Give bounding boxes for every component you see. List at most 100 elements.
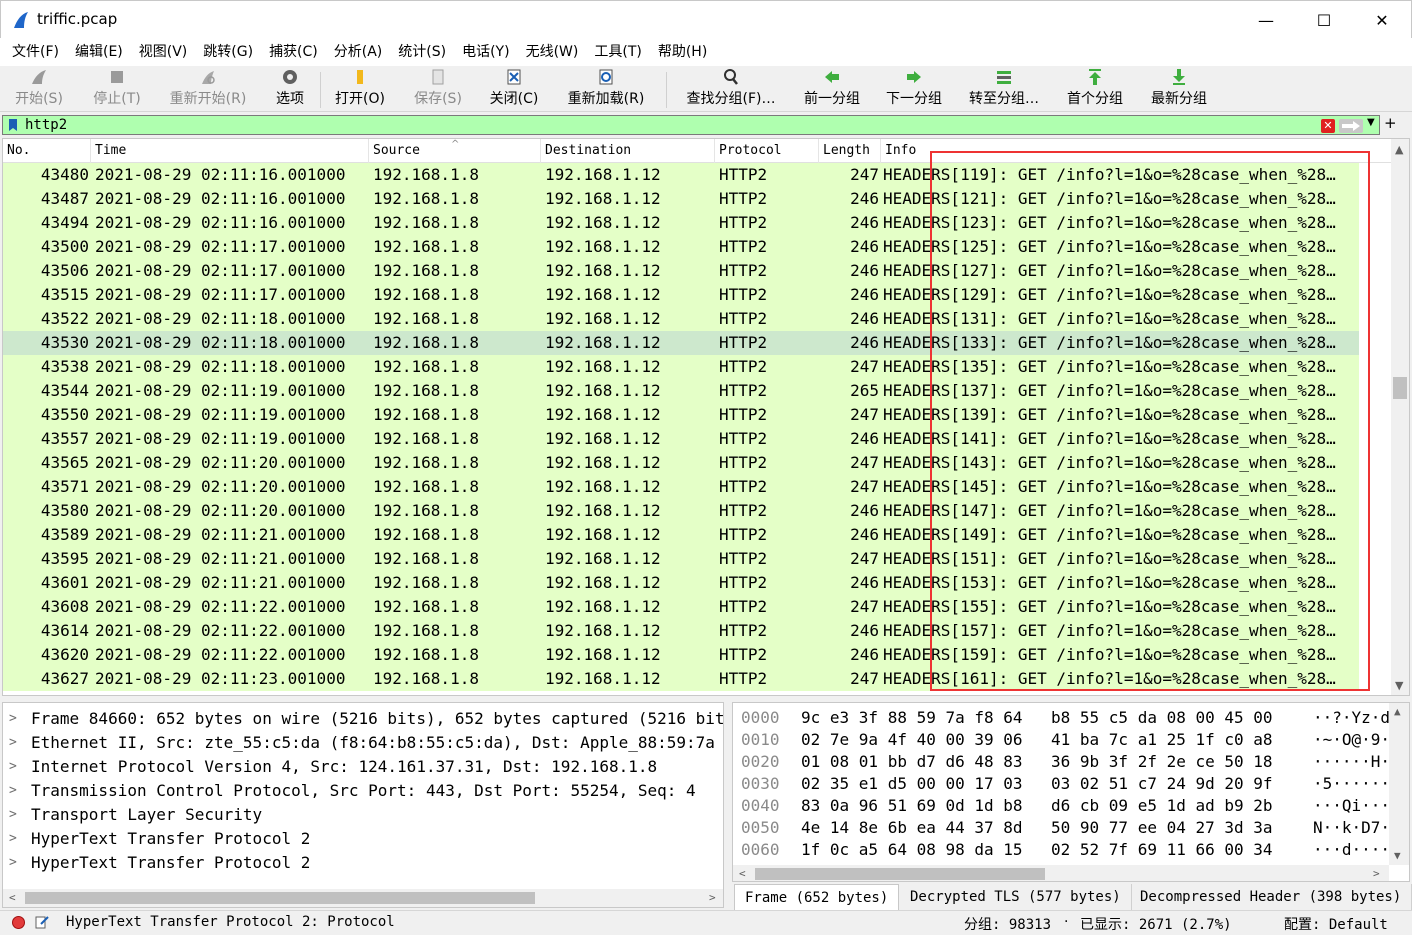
tab-decrypted-tls[interactable]: Decrypted TLS (577 bytes) — [900, 884, 1132, 910]
packet-protocol: HTTP2 — [719, 165, 768, 184]
column-header-destination[interactable]: Destination — [541, 139, 715, 163]
details-scroll-thumb[interactable] — [25, 892, 535, 904]
tab-decompressed-header[interactable]: Decompressed Header (398 bytes) — [1130, 884, 1412, 910]
display-filter-value[interactable]: http2 — [25, 117, 67, 133]
packet-info: HEADERS[155]: GET /info?l=1&o=%28case_wh… — [883, 597, 1336, 616]
prev-packet-label: 前一分组 — [804, 91, 860, 107]
scroll-down-icon[interactable]: ▼ — [1394, 849, 1401, 862]
find-packet-button[interactable]: 查找分组(F)… — [676, 66, 786, 112]
minimize-button[interactable]: — — [1237, 1, 1295, 39]
packet-protocol: HTTP2 — [719, 597, 768, 616]
expand-arrow-icon[interactable]: > — [9, 731, 17, 755]
prev-packet-button[interactable]: 前一分组 — [800, 66, 864, 112]
bytes-horizontal-scrollbar[interactable]: < > — [733, 865, 1389, 881]
packet-row[interactable]: 43608 2021-08-29 02:11:22.001000 192.168.1… — [3, 595, 1359, 619]
packet-row[interactable]: 43494 2021-08-29 02:11:16.001000 192.168.1… — [3, 211, 1359, 235]
menu-capture[interactable]: 捕获(C) — [261, 38, 326, 66]
packet-row[interactable]: 43627 2021-08-29 02:11:23.001000 192.168.1… — [3, 667, 1359, 691]
menu-analyze[interactable]: 分析(A) — [326, 38, 391, 66]
column-header-time[interactable]: Time — [91, 139, 369, 163]
expert-info-led-icon[interactable] — [12, 916, 25, 929]
packet-row[interactable]: 43614 2021-08-29 02:11:22.001000 192.168.1… — [3, 619, 1359, 643]
scroll-down-icon[interactable]: ▼ — [1395, 679, 1403, 692]
status-profile[interactable]: 配置: Default — [1284, 914, 1388, 934]
bookmark-icon[interactable] — [6, 118, 20, 132]
filter-history-dropdown-icon[interactable]: ▼ — [1367, 117, 1375, 128]
column-header-length[interactable]: Length — [819, 139, 881, 163]
bytes-scroll-thumb[interactable] — [755, 868, 1045, 880]
menu-view[interactable]: 视图(V) — [131, 38, 196, 66]
tab-frame-bytes[interactable]: Frame (652 bytes) — [734, 884, 900, 910]
menu-wireless[interactable]: 无线(W) — [518, 38, 587, 66]
packet-row[interactable]: 43595 2021-08-29 02:11:21.001000 192.168.1… — [3, 547, 1359, 571]
column-header-info[interactable]: Info — [881, 139, 1391, 163]
scroll-left-icon[interactable]: < — [739, 867, 746, 880]
expand-arrow-icon[interactable]: > — [9, 851, 17, 875]
display-filter-input[interactable]: http2 ✕ ▼ — [2, 115, 1380, 135]
packet-row[interactable]: 43515 2021-08-29 02:11:17.001000 192.168.1… — [3, 283, 1359, 307]
packet-row[interactable]: 43580 2021-08-29 02:11:20.001000 192.168.1… — [3, 499, 1359, 523]
packet-row[interactable]: 43522 2021-08-29 02:11:18.001000 192.168.1… — [3, 307, 1359, 331]
capture-comment-icon[interactable] — [34, 914, 50, 930]
arrow-right-icon — [907, 71, 921, 83]
packet-row[interactable]: 43538 2021-08-29 02:11:18.001000 192.168.1… — [3, 355, 1359, 379]
packet-list-scrollbar[interactable]: ▲ ▼ — [1391, 139, 1409, 695]
capture-options-button[interactable]: 选项 — [270, 66, 310, 112]
next-packet-button[interactable]: 下一分组 — [882, 66, 946, 112]
first-packet-button[interactable]: 首个分组 — [1062, 66, 1128, 112]
menu-file[interactable]: 文件(F) — [4, 38, 67, 66]
menu-help[interactable]: 帮助(H) — [650, 38, 715, 66]
packet-row[interactable]: 43480 2021-08-29 02:11:16.001000 192.168.1… — [3, 163, 1359, 187]
stop-capture-button[interactable]: 停止(T) — [88, 66, 146, 112]
scroll-right-icon[interactable]: > — [1373, 867, 1380, 880]
column-header-no[interactable]: No. — [3, 139, 91, 163]
menu-statistics[interactable]: 统计(S) — [390, 38, 454, 66]
menu-telephony[interactable]: 电话(Y) — [454, 38, 517, 66]
maximize-button[interactable]: ☐ — [1295, 1, 1353, 39]
packet-row[interactable]: 43544 2021-08-29 02:11:19.001000 192.168.1… — [3, 379, 1359, 403]
goto-packet-button[interactable]: 转至分组… — [964, 66, 1044, 112]
scroll-left-icon[interactable]: < — [9, 891, 16, 904]
packet-row[interactable]: 43589 2021-08-29 02:11:21.001000 192.168.1… — [3, 523, 1359, 547]
apply-filter-arrow-icon[interactable] — [1339, 119, 1363, 133]
packet-row[interactable]: 43557 2021-08-29 02:11:19.001000 192.168.1… — [3, 427, 1359, 451]
add-filter-button-icon[interactable]: + — [1384, 114, 1397, 132]
packet-row[interactable]: 43487 2021-08-29 02:11:16.001000 192.168.1… — [3, 187, 1359, 211]
packet-row[interactable]: 43601 2021-08-29 02:11:21.001000 192.168.1… — [3, 571, 1359, 595]
menu-go[interactable]: 跳转(G) — [195, 38, 261, 66]
scroll-up-icon[interactable]: ▲ — [1395, 143, 1403, 156]
packet-row[interactable]: 43571 2021-08-29 02:11:20.001000 192.168.1… — [3, 475, 1359, 499]
scroll-up-icon[interactable]: ▲ — [1394, 705, 1401, 718]
save-file-button[interactable]: 保存(S) — [410, 66, 466, 112]
packet-time: 2021-08-29 02:11:20.001000 — [95, 453, 346, 472]
open-file-button[interactable]: 打开(O) — [332, 66, 388, 112]
bytes-vertical-scrollbar[interactable]: ▲ ▼ — [1389, 703, 1409, 865]
clear-filter-icon[interactable]: ✕ — [1321, 119, 1335, 133]
packet-list-scroll-thumb[interactable] — [1393, 377, 1407, 399]
reload-file-button[interactable]: 重新加载(R) — [562, 66, 650, 112]
packet-row[interactable]: 43565 2021-08-29 02:11:20.001000 192.168.1… — [3, 451, 1359, 475]
close-window-button[interactable]: ✕ — [1353, 1, 1411, 39]
menu-tools[interactable]: 工具(T) — [586, 38, 649, 66]
packet-length: 247 — [850, 597, 879, 616]
restart-capture-button[interactable]: 重新开始(R) — [164, 66, 252, 112]
packet-row[interactable]: 43550 2021-08-29 02:11:19.001000 192.168.1… — [3, 403, 1359, 427]
scroll-right-icon[interactable]: > — [709, 891, 716, 904]
packet-row[interactable]: 43500 2021-08-29 02:11:17.001000 192.168.1… — [3, 235, 1359, 259]
packet-no: 43601 — [40, 573, 89, 592]
packet-row[interactable]: 43506 2021-08-29 02:11:17.001000 192.168.1… — [3, 259, 1359, 283]
expand-arrow-icon[interactable]: > — [9, 755, 17, 779]
packet-row[interactable]: 43620 2021-08-29 02:11:22.001000 192.168.1… — [3, 643, 1359, 667]
packet-row[interactable]: 43530 2021-08-29 02:11:18.001000 192.168.1… — [3, 331, 1359, 355]
start-capture-button[interactable]: 开始(S) — [10, 66, 68, 112]
expand-arrow-icon[interactable]: > — [9, 803, 17, 827]
close-file-button[interactable]: 关闭(C) — [486, 66, 542, 112]
expand-arrow-icon[interactable]: > — [9, 827, 17, 851]
expand-arrow-icon[interactable]: > — [9, 779, 17, 803]
packet-no: 43530 — [40, 333, 89, 352]
last-packet-button[interactable]: 最新分组 — [1146, 66, 1212, 112]
expand-arrow-icon[interactable]: > — [9, 707, 17, 731]
menu-edit[interactable]: 编辑(E) — [67, 38, 131, 66]
details-horizontal-scrollbar[interactable]: < > — [3, 889, 723, 907]
column-header-protocol[interactable]: Protocol — [715, 139, 819, 163]
